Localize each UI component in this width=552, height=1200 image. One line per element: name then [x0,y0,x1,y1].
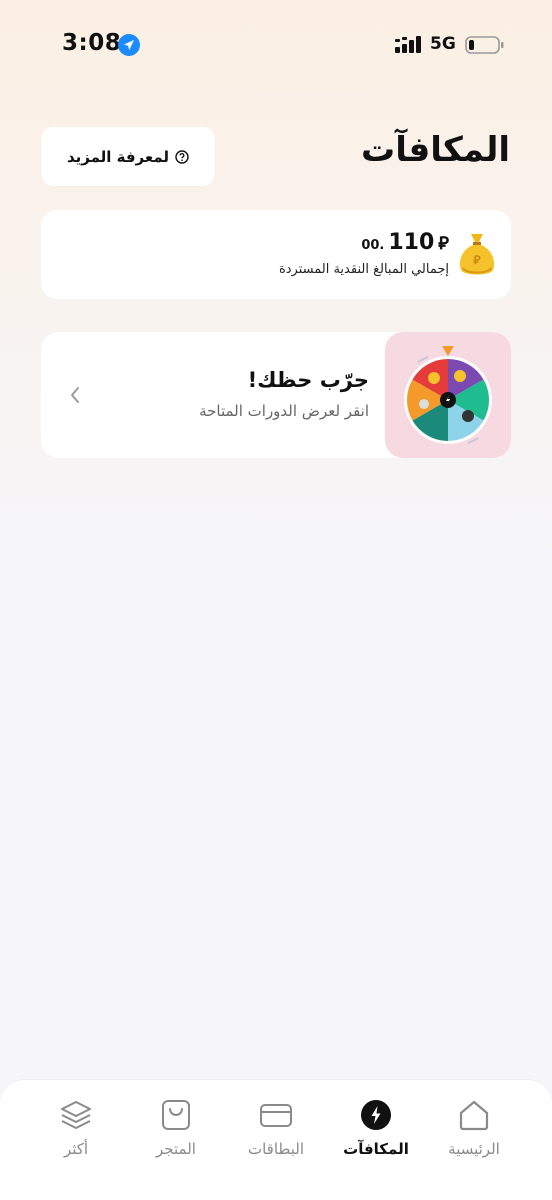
nav-label-store: المتجر [156,1140,196,1158]
money-bag-icon: ⃁ [459,234,495,275]
wheel-title: جرّب حظك! [247,368,369,392]
wheel-subtitle: انقر لعرض الدورات المتاحة [199,402,369,420]
signal-icon [395,36,421,53]
cashback-card[interactable]: ⃁ ⃁ 110 .00 إجمالي المبالغ النقدية المست… [41,210,511,299]
location-arrow-icon [118,34,140,56]
learn-more-button[interactable]: لمعرفة المزيد [41,127,215,186]
riyal-symbol: ⃁ [438,233,449,254]
battery-icon [465,36,504,54]
layers-icon [61,1101,91,1129]
nav-item-more[interactable]: أكثر [26,1098,126,1168]
rewards-icon [361,1100,391,1130]
nav-item-store[interactable]: المتجر [126,1098,226,1168]
nav-label-cards: البطاقات [247,1140,304,1158]
nav-label-home: الرئيسية [448,1140,500,1158]
chevron-left-icon [71,387,79,403]
nav-item-home[interactable]: الرئيسية [424,1098,524,1168]
page-title: المكافآت [361,130,510,170]
status-bar: 3:08 5G [0,0,552,90]
bottom-nav: أكثر المتجر البطاقات المكافآت الرئيسية [0,1080,552,1200]
cashback-amount: ⃁ 110 .00 [361,230,449,255]
home-icon [459,1100,489,1131]
network-type: 5G [430,34,456,54]
nav-label-more: أكثر [63,1140,89,1158]
status-time: 3:08 [62,30,122,56]
wheel-thumbnail [385,332,511,458]
nav-item-rewards[interactable]: المكافآت [326,1098,426,1168]
learn-more-label: لمعرفة المزيد [66,147,170,166]
cashback-label: إجمالي المبالغ النقدية المستردة [278,262,449,277]
amount-decimal: .00 [361,238,385,253]
card-icon [260,1104,292,1127]
shopping-bag-icon [162,1100,190,1130]
spin-wheel-card[interactable]: جرّب حظك! انقر لعرض الدورات المتاحة [41,332,511,458]
nav-label-rewards: المكافآت [343,1140,409,1158]
svg-text:⃁: ⃁ [473,253,481,267]
prize-wheel-icon [404,346,492,444]
question-circle-icon [175,149,189,164]
amount-integer: 110 [388,230,435,255]
nav-item-cards[interactable]: البطاقات [226,1098,326,1168]
